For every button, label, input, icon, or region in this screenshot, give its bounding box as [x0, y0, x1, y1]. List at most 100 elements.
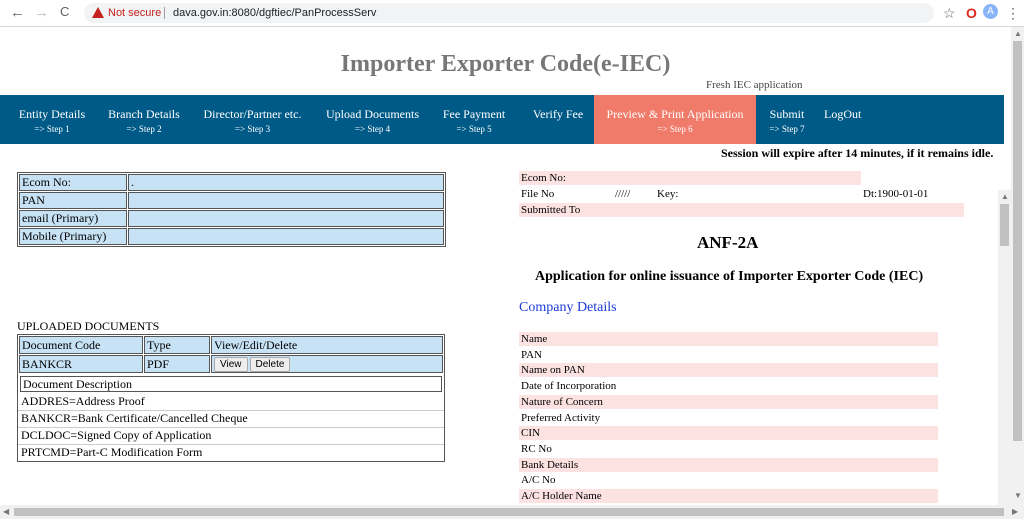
- star-icon[interactable]: ☆: [943, 5, 956, 22]
- field-label: Date of Incorporation: [521, 380, 617, 393]
- inner-vertical-scrollbar[interactable]: ▲ ▼: [998, 190, 1011, 505]
- nav-step: => Step 2: [126, 124, 162, 134]
- scroll-right-icon[interactable]: ▶: [1012, 507, 1018, 516]
- list-item: DCLDOC=Signed Copy of Application: [18, 428, 444, 445]
- nav-label: Preview & Print Application: [606, 107, 744, 121]
- scroll-up-icon[interactable]: ▲: [1001, 192, 1009, 201]
- nav-logout[interactable]: LogOut: [824, 95, 876, 144]
- back-arrow-icon[interactable]: ←: [10, 4, 25, 21]
- column-header: Type: [144, 336, 210, 354]
- table-row: PAN: [19, 192, 444, 209]
- nav-step: => Step 1: [34, 124, 70, 134]
- ecom-row-bg: [519, 171, 861, 185]
- nav-step: => Step 5: [456, 124, 492, 134]
- table-row: Ecom No: .: [19, 174, 444, 191]
- info-label: Ecom No:: [19, 174, 127, 191]
- table-row: Mobile (Primary): [19, 228, 444, 245]
- info-value: [128, 192, 444, 209]
- list-item: PRTCMD=Part-C Modification Form: [21, 445, 203, 459]
- table-row: email (Primary): [19, 210, 444, 227]
- column-header: View/Edit/Delete: [211, 336, 443, 354]
- nav-upload-documents[interactable]: Upload Documents => Step 4: [319, 95, 426, 144]
- file-no-value: /////: [615, 188, 631, 200]
- table-row: BANKCR PDF View Delete: [19, 355, 443, 373]
- field-label: Bank Details: [521, 458, 579, 471]
- info-value: [128, 228, 444, 245]
- field-label: Name on PAN: [521, 364, 585, 377]
- url-text[interactable]: dava.gov.in:8080/dgftiec/PanProcessServ: [173, 3, 376, 23]
- scroll-down-icon[interactable]: ▼: [1014, 491, 1022, 500]
- ecom-label: Ecom No:: [521, 172, 566, 184]
- menu-icon[interactable]: ⋮: [1006, 5, 1020, 22]
- nav-step: => Step 3: [234, 124, 271, 134]
- scroll-left-icon[interactable]: ◀: [3, 507, 9, 516]
- address-bar[interactable]: Not secure dava.gov.in:8080/dgftiec/PanP…: [84, 3, 934, 23]
- session-warning: Session will expire after 14 minutes, if…: [721, 146, 994, 160]
- field-label: Name: [521, 333, 548, 345]
- key-label: Key:: [657, 188, 679, 200]
- submitted-row-bg: [519, 203, 964, 217]
- forward-arrow-icon[interactable]: →: [34, 4, 49, 21]
- nav-verify-fee[interactable]: Verify Fee: [525, 95, 591, 144]
- info-value: .: [128, 174, 444, 191]
- nav-branch-details[interactable]: Branch Details => Step 2: [101, 95, 187, 144]
- nav-director-partner[interactable]: Director/Partner etc. => Step 3: [196, 95, 309, 144]
- scroll-thumb[interactable]: [1013, 41, 1022, 441]
- nav-preview-print[interactable]: Preview & Print Application => Step 6: [594, 95, 756, 144]
- application-title: Application for online issuance of Impor…: [535, 269, 924, 284]
- field-label: CIN: [521, 427, 540, 440]
- warning-icon: [92, 7, 104, 18]
- field-label: Preferred Activity: [521, 411, 601, 424]
- view-button[interactable]: View: [214, 357, 248, 372]
- nav-label: Director/Partner etc.: [203, 107, 302, 121]
- applicant-info-table: Ecom No: . PAN email (Primary) Mobile (P…: [17, 172, 446, 247]
- delete-button[interactable]: Delete: [249, 357, 291, 372]
- field-label: Nature of Concern: [521, 395, 603, 408]
- page-subtitle: Fresh IEC application: [706, 79, 803, 91]
- nav-label: LogOut: [824, 107, 862, 121]
- file-no-label: File No: [521, 188, 555, 200]
- nav-label: Entity Details: [18, 107, 86, 121]
- field-label: PAN: [521, 348, 542, 361]
- nav-label: Verify Fee: [532, 107, 584, 121]
- submission-date: Dt:1900-01-01: [863, 188, 929, 200]
- field-row-bg: [519, 426, 938, 441]
- nav-submit[interactable]: Submit => Step 7: [763, 95, 811, 144]
- opera-extension-icon[interactable]: O: [966, 5, 977, 21]
- inner-scroll-thumb[interactable]: [1000, 204, 1009, 246]
- horizontal-scrollbar[interactable]: ◀ ▶: [0, 505, 1024, 519]
- divider: [164, 7, 165, 19]
- nav-step: => Step 6: [657, 124, 693, 134]
- column-header: Document Code: [19, 336, 143, 354]
- page-content: Importer Exporter Code(e-IEC) Fresh IEC …: [0, 27, 1011, 505]
- h-scroll-thumb[interactable]: [14, 508, 1004, 516]
- list-item: BANKCR=Bank Certificate/Cancelled Cheque: [18, 411, 444, 428]
- field-row-bg: [519, 332, 938, 346]
- field-label: A/C Holder Name: [521, 490, 602, 502]
- field-label: RC No: [521, 442, 552, 455]
- nav-label: Branch Details: [108, 107, 180, 121]
- field-label: A/C No: [521, 474, 556, 487]
- nav-entity-details[interactable]: Entity Details => Step 1: [8, 95, 96, 144]
- document-actions: View Delete: [211, 355, 443, 373]
- reload-icon[interactable]: C: [60, 4, 69, 19]
- nav-label: Fee Payment: [442, 107, 506, 121]
- form-number: ANF-2A: [697, 233, 759, 252]
- info-value: [128, 210, 444, 227]
- profile-avatar[interactable]: A: [983, 4, 998, 19]
- security-label[interactable]: Not secure: [108, 3, 161, 23]
- info-label: email (Primary): [19, 210, 127, 227]
- scroll-up-icon[interactable]: ▲: [1014, 29, 1022, 38]
- step-navbar: Entity Details => Step 1 Branch Details =>…: [0, 95, 1004, 144]
- document-code: BANKCR: [19, 355, 143, 373]
- nav-label: Upload Documents: [326, 107, 419, 121]
- table-header-row: Document Code Type View/Edit/Delete: [19, 336, 443, 354]
- field-row-bg: [519, 457, 938, 472]
- company-details-heading: Company Details: [519, 300, 617, 315]
- vertical-scrollbar[interactable]: ▲ ▼: [1011, 27, 1024, 505]
- page-title: Importer Exporter Code(e-IEC): [340, 51, 671, 77]
- nav-step: => Step 4: [354, 124, 391, 134]
- uploaded-documents-heading: UPLOADED DOCUMENTS: [17, 319, 160, 333]
- nav-fee-payment[interactable]: Fee Payment => Step 5: [435, 95, 513, 144]
- list-item: ADDRES=Address Proof: [18, 394, 444, 411]
